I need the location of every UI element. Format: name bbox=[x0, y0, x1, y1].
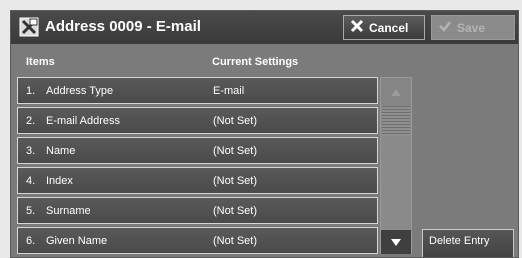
item-number: 2. bbox=[26, 115, 36, 127]
title-bar: Address 0009 - E-mail Cancel Save bbox=[11, 11, 518, 44]
item-number: 5. bbox=[26, 205, 36, 217]
item-value: (Not Set) bbox=[213, 175, 258, 187]
list-item[interactable]: 5. Surname (Not Set) bbox=[17, 197, 378, 224]
scroll-thumb[interactable] bbox=[382, 106, 410, 136]
address-card-icon bbox=[19, 17, 39, 37]
list-item[interactable]: 3. Name (Not Set) bbox=[17, 137, 378, 164]
scrollbar[interactable] bbox=[380, 77, 412, 254]
save-label: Save bbox=[457, 20, 486, 35]
address-dialog: Address 0009 - E-mail Cancel Save Items … bbox=[10, 10, 519, 258]
item-number: 6. bbox=[26, 235, 36, 247]
item-value: (Not Set) bbox=[213, 235, 258, 247]
check-icon bbox=[438, 19, 457, 36]
item-label: E-mail Address bbox=[46, 115, 120, 127]
list-item[interactable]: 2. E-mail Address (Not Set) bbox=[17, 107, 378, 134]
current-settings-column-header: Current Settings bbox=[212, 56, 299, 68]
chevron-down-icon bbox=[391, 233, 401, 251]
item-label: Given Name bbox=[46, 235, 108, 247]
page-title: Address 0009 - E-mail bbox=[45, 18, 201, 35]
item-number: 3. bbox=[26, 145, 36, 157]
save-button[interactable]: Save bbox=[431, 15, 515, 40]
cancel-button[interactable]: Cancel bbox=[343, 15, 425, 40]
list-item[interactable]: 4. Index (Not Set) bbox=[17, 167, 378, 194]
item-number: 4. bbox=[26, 175, 36, 187]
scroll-down-button[interactable] bbox=[381, 230, 411, 254]
list-item[interactable]: 1. Address Type E-mail bbox=[17, 77, 378, 104]
item-value: (Not Set) bbox=[213, 145, 258, 157]
item-number: 1. bbox=[26, 85, 36, 97]
item-value: (Not Set) bbox=[213, 115, 258, 127]
item-value: E-mail bbox=[213, 85, 245, 97]
item-label: Name bbox=[46, 145, 76, 157]
item-value: (Not Set) bbox=[213, 205, 258, 217]
item-label: Address Type bbox=[46, 85, 114, 97]
close-icon bbox=[350, 19, 369, 36]
item-label: Index bbox=[46, 175, 73, 187]
item-label: Surname bbox=[46, 205, 91, 217]
chevron-up-icon bbox=[391, 83, 401, 101]
cancel-label: Cancel bbox=[369, 20, 409, 35]
items-column-header: Items bbox=[26, 56, 55, 68]
scroll-up-button[interactable] bbox=[381, 78, 411, 106]
delete-entry-button[interactable]: Delete Entry bbox=[422, 229, 514, 257]
list-item[interactable]: 6. Given Name (Not Set) bbox=[17, 227, 378, 254]
